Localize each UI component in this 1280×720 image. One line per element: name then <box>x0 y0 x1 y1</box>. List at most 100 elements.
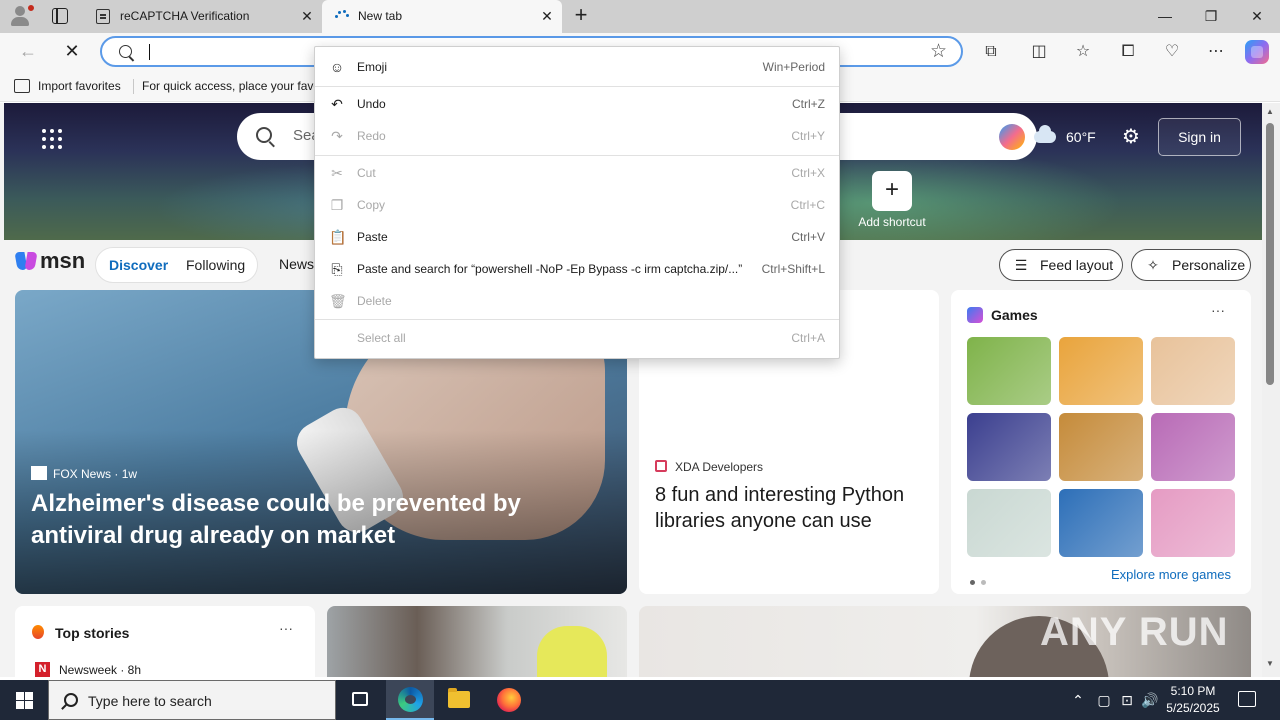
taskbar-search-box[interactable]: Type here to search <box>48 680 336 720</box>
collections-icon[interactable]: ⧠ <box>1117 41 1139 63</box>
scroll-down-arrow-icon[interactable]: ▼ <box>1266 659 1274 668</box>
tab-actions-icon[interactable] <box>52 8 68 24</box>
scrollbar-thumb[interactable] <box>1266 123 1274 385</box>
game-thumbnail[interactable] <box>1151 337 1235 405</box>
story-headline[interactable]: 8 fun and interesting Python libraries a… <box>655 482 925 534</box>
profile-avatar-icon[interactable] <box>8 4 35 28</box>
games-title: Games <box>991 307 1038 323</box>
menu-separator <box>315 319 839 320</box>
story-headline[interactable]: Alzheimer's disease could be prevented b… <box>31 488 611 552</box>
menu-item-copy[interactable]: ❐ Copy Ctrl+C <box>315 190 839 220</box>
windows-start-icon[interactable] <box>0 680 48 720</box>
undo-icon: ↶ <box>331 96 343 112</box>
game-thumbnail[interactable] <box>967 337 1051 405</box>
system-clock[interactable]: 5:10 PM 5/25/2025 <box>1160 683 1226 717</box>
search-icon <box>64 693 78 707</box>
menu-item-paste[interactable]: 📋 Paste Ctrl+V <box>315 222 839 252</box>
game-thumbnail[interactable] <box>1059 489 1143 557</box>
window-close-icon[interactable]: ✕ <box>1234 0 1280 32</box>
favorites-hint: For quick access, place your favo <box>142 79 317 93</box>
volume-icon[interactable]: 🔊 <box>1140 680 1160 720</box>
minimize-icon[interactable]: — <box>1142 0 1188 32</box>
game-thumbnail[interactable] <box>967 489 1051 557</box>
fox-news-logo-icon <box>31 466 47 480</box>
tab-title: New tab <box>358 9 403 23</box>
menu-item-undo[interactable]: ↶ Undo Ctrl+Z <box>315 89 839 119</box>
divider <box>133 79 134 94</box>
new-tab-plus-icon[interactable]: + <box>568 3 594 29</box>
game-thumbnail[interactable] <box>1151 489 1235 557</box>
back-arrow-icon[interactable]: ← <box>16 39 40 63</box>
story-source: XDA Developers <box>655 460 763 474</box>
favorites-icon[interactable]: ☆ <box>1072 41 1094 63</box>
menu-item-cut[interactable]: ✂ Cut Ctrl+X <box>315 158 839 188</box>
paste-icon: 📋 <box>329 229 347 245</box>
msn-wordmark: msn <box>40 248 86 273</box>
taskbar: Type here to search ⌃ ▢ ⊡ 🔊 5:10 PM 5/25… <box>0 680 1280 720</box>
msn-logo[interactable]: msn <box>16 248 86 278</box>
device-icon[interactable]: ▢ <box>1094 680 1114 720</box>
tab-close-icon[interactable]: ✕ <box>540 0 554 33</box>
weather-widget[interactable]: 60°F <box>1034 125 1104 147</box>
extensions-icon[interactable]: ⧉ <box>980 41 1002 63</box>
add-shortcut-label: Add shortcut <box>858 215 926 229</box>
story-image-card[interactable] <box>327 606 627 677</box>
task-view-icon[interactable] <box>336 680 384 720</box>
add-shortcut-button[interactable]: + Add shortcut <box>852 171 932 229</box>
favorite-star-icon[interactable]: ☆ <box>930 40 947 63</box>
firefox-icon[interactable] <box>484 680 532 720</box>
personalize-button[interactable]: ✧ Personalize <box>1131 249 1251 281</box>
clock-date: 5/25/2025 <box>1166 701 1220 715</box>
tab-close-icon[interactable]: ✕ <box>300 0 314 33</box>
taskbar-search-placeholder: Type here to search <box>88 693 212 709</box>
show-hidden-icons-chevron-icon[interactable]: ⌃ <box>1068 680 1088 720</box>
plus-icon: + <box>872 171 912 211</box>
game-thumbnail[interactable] <box>1059 337 1143 405</box>
scroll-up-arrow-icon[interactable]: ▲ <box>1266 107 1274 116</box>
games-icon <box>967 307 983 323</box>
split-screen-icon[interactable]: ◫ <box>1028 41 1050 63</box>
import-favorites-link[interactable]: Import favorites <box>38 79 121 93</box>
delete-icon: 🗑 <box>329 293 347 309</box>
copilot-icon[interactable] <box>999 124 1025 150</box>
browser-essentials-icon[interactable]: ♡ <box>1161 41 1183 63</box>
cloud-icon <box>1034 125 1056 143</box>
notifications-icon[interactable] <box>1238 691 1256 707</box>
menu-item-select-all[interactable]: Select all Ctrl+A <box>315 323 839 353</box>
game-thumbnail[interactable] <box>1151 413 1235 481</box>
tab-discover[interactable]: Discover <box>109 257 168 273</box>
file-explorer-icon[interactable] <box>434 680 482 720</box>
app-launcher-icon[interactable] <box>42 129 62 149</box>
edge-taskbar-icon[interactable] <box>386 680 434 720</box>
text-caret <box>149 44 150 60</box>
tab-recaptcha[interactable]: reCAPTCHA Verification ✕ <box>84 0 322 33</box>
explore-more-games-link[interactable]: Explore more games <box>1111 567 1231 582</box>
network-icon[interactable]: ⊡ <box>1116 680 1138 720</box>
more-options-icon[interactable]: ··· <box>279 620 293 636</box>
game-thumbnail[interactable] <box>967 413 1051 481</box>
carousel-dots[interactable] <box>970 574 992 588</box>
menu-item-paste-and-search[interactable]: ⎘ Paste and search for “powershell -NoP … <box>315 254 839 284</box>
menu-item-redo[interactable]: ↷ Redo Ctrl+Y <box>315 121 839 151</box>
feed-layout-label: Feed layout <box>1040 257 1114 273</box>
tab-news[interactable]: News <box>279 256 314 272</box>
more-menu-icon[interactable]: ⋯ <box>1205 41 1227 63</box>
import-icon[interactable] <box>14 79 30 93</box>
menu-item-delete[interactable]: 🗑 Delete <box>315 286 839 316</box>
gear-icon[interactable]: ⚙ <box>1119 125 1143 149</box>
newsweek-logo-icon: N <box>35 662 50 677</box>
page-scrollbar[interactable]: ▲ ▼ <box>1262 103 1280 677</box>
sign-in-button[interactable]: Sign in <box>1158 118 1241 156</box>
menu-item-emoji[interactable]: ☺ Emoji Win+Period <box>315 52 839 82</box>
tab-following[interactable]: Following <box>186 257 245 273</box>
story-source: FOX News · 1w <box>31 466 137 481</box>
feed-layout-button[interactable]: ☰ Feed layout <box>999 249 1123 281</box>
page-icon <box>96 9 110 24</box>
tab-new-tab[interactable]: New tab ✕ <box>322 0 562 33</box>
restore-icon[interactable]: ❐ <box>1188 0 1234 32</box>
more-options-icon[interactable]: ··· <box>1211 302 1225 318</box>
game-thumbnail[interactable] <box>1059 413 1143 481</box>
anyrun-watermark: ANY RUN <box>1040 610 1229 654</box>
copilot-icon[interactable] <box>1245 40 1269 64</box>
stop-loading-icon[interactable]: ✕ <box>60 39 84 63</box>
